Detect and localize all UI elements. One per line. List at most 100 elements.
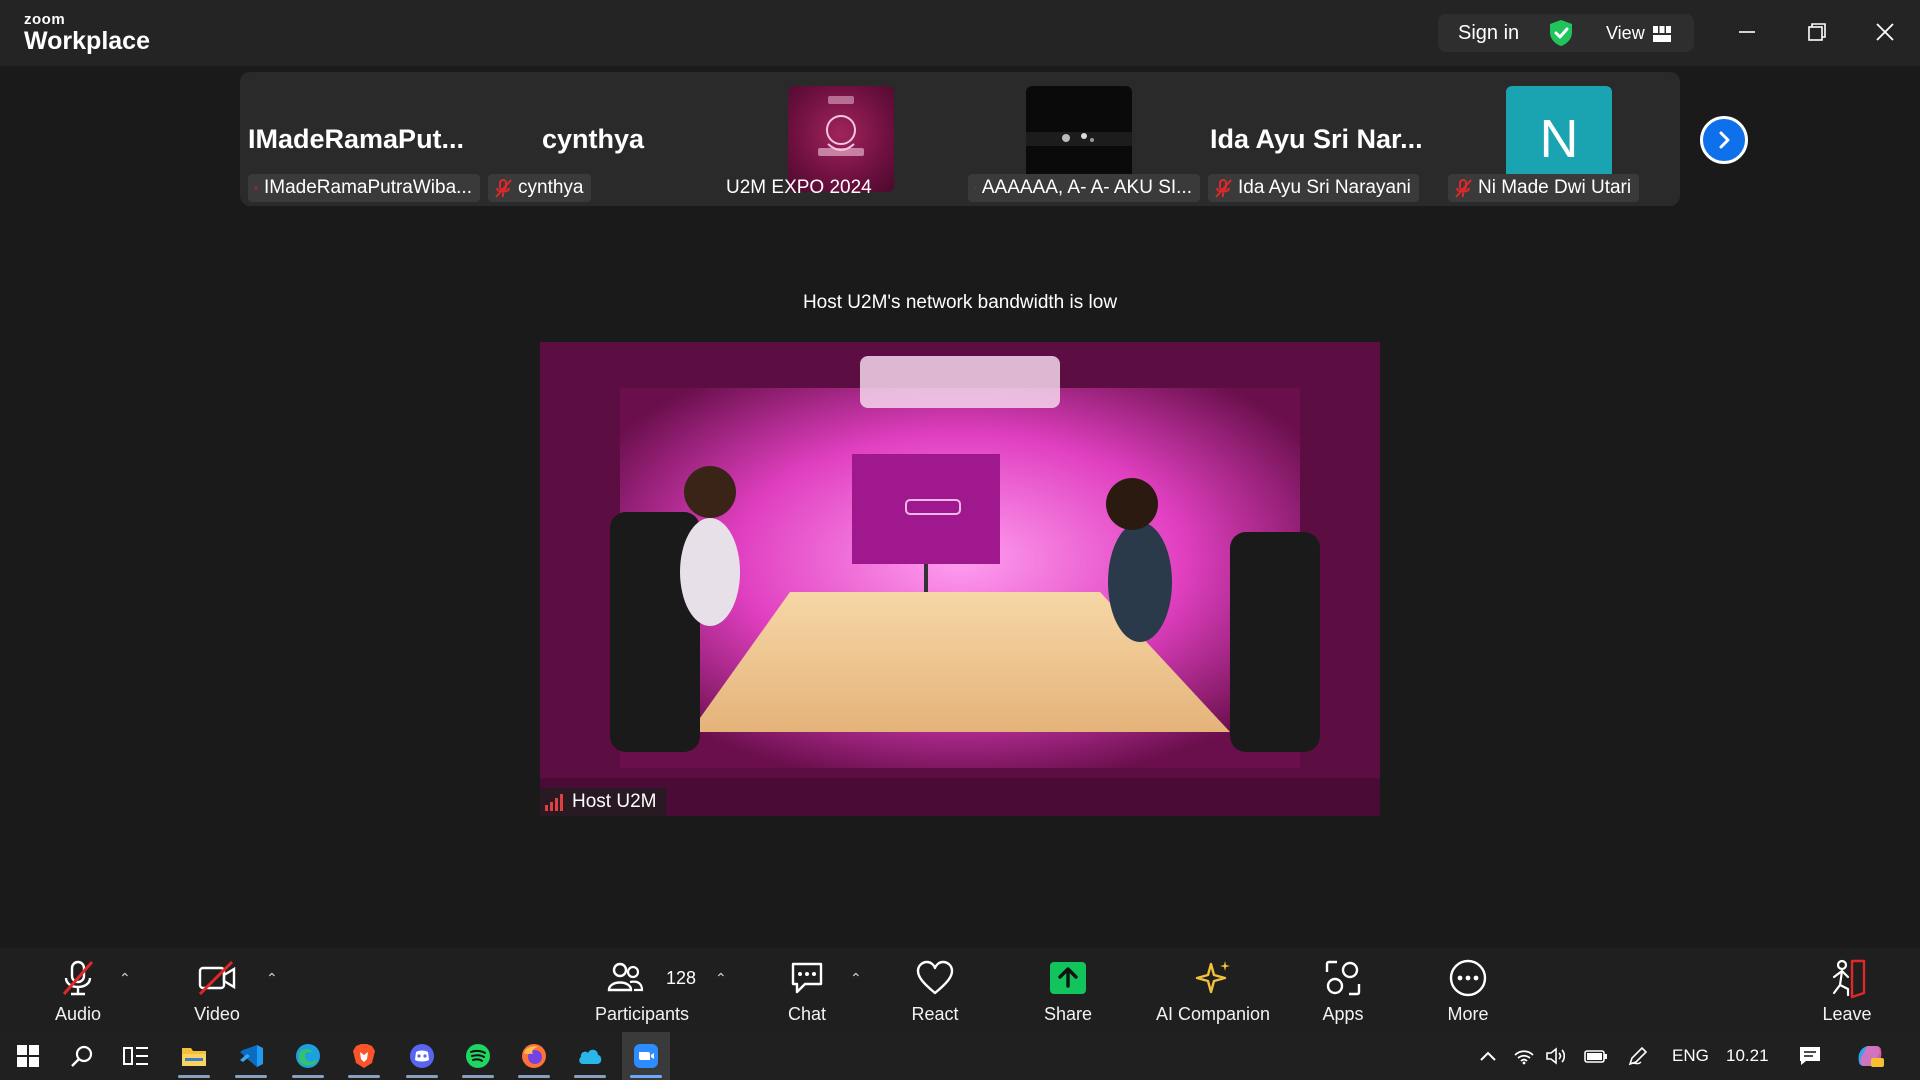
host-name: Host U2M xyxy=(572,791,657,812)
react-button[interactable]: React xyxy=(875,956,995,1025)
close-icon xyxy=(1876,23,1894,41)
share-button[interactable]: Share xyxy=(1008,956,1128,1025)
participant-tile[interactable]: Ida Ayu Sri Nar... Ida Ayu Sri Narayani xyxy=(1200,72,1440,206)
muted-mic-icon xyxy=(254,186,258,191)
discord-icon xyxy=(410,1044,434,1068)
zoom-window: zoom Workplace Sign in View IMadeRamaPut… xyxy=(0,0,1920,1080)
taskbar-discord[interactable] xyxy=(398,1032,446,1080)
view-button[interactable]: View xyxy=(1606,23,1671,44)
apps-label: Apps xyxy=(1322,1004,1364,1024)
tray-clock[interactable]: 10.21 xyxy=(1726,1046,1769,1066)
folder-icon xyxy=(182,1048,206,1066)
muted-mic-icon xyxy=(495,179,512,198)
heart-icon xyxy=(916,960,954,995)
chevron-right-icon xyxy=(1719,131,1730,149)
participant-name: IMadeRamaPutraWiba... xyxy=(263,177,472,198)
host-video[interactable] xyxy=(540,342,1380,816)
video-button[interactable]: Video xyxy=(157,956,277,1025)
participant-tile[interactable]: cynthya cynthya xyxy=(480,72,720,206)
participant-name: cynthya xyxy=(518,177,584,198)
chevron-up-icon xyxy=(1480,1051,1496,1061)
notification-icon xyxy=(1800,1047,1820,1065)
audio-options-caret[interactable]: ⌃ xyxy=(119,970,131,987)
participant-tile[interactable]: AAAAAA, A- A- AKU SI... xyxy=(960,72,1200,206)
zoom-logo: zoom Workplace xyxy=(24,12,150,54)
edge-browser-icon xyxy=(296,1044,320,1068)
cloud-app-icon xyxy=(579,1049,602,1064)
participants-button[interactable]: Participants xyxy=(582,956,702,1025)
leave-button[interactable]: Leave xyxy=(1787,956,1907,1025)
minimize-icon xyxy=(1739,31,1755,33)
taskbar-search-button[interactable] xyxy=(58,1032,106,1080)
taskbar-file-explorer[interactable] xyxy=(170,1032,218,1080)
taskbar-vscode[interactable] xyxy=(227,1032,275,1080)
apps-button[interactable]: Apps xyxy=(1283,956,1403,1025)
security-shield-icon[interactable] xyxy=(1546,18,1576,48)
next-page-button[interactable] xyxy=(1700,116,1748,164)
participant-name: U2M EXPO 2024 xyxy=(726,177,872,198)
host-name-label: Host U2M xyxy=(540,788,667,816)
windows-logo-icon xyxy=(17,1045,39,1067)
participant-name-label: Ida Ayu Sri Narayani xyxy=(1208,174,1419,202)
participant-tile[interactable]: N Ni Made Dwi Utari xyxy=(1440,72,1680,206)
search-icon xyxy=(71,1045,93,1067)
firefox-icon xyxy=(522,1044,546,1068)
taskbar-zoom[interactable] xyxy=(622,1032,670,1080)
pen-icon xyxy=(1628,1046,1648,1066)
network-signal-icon xyxy=(545,794,563,811)
taskbar-app-cloud[interactable] xyxy=(566,1032,614,1080)
more-button[interactable]: More xyxy=(1408,956,1528,1025)
muted-mic-icon xyxy=(1215,179,1232,198)
taskbar-spotify[interactable] xyxy=(454,1032,502,1080)
muted-mic-icon xyxy=(974,187,976,189)
chat-button[interactable]: Chat xyxy=(747,956,867,1025)
minimize-button[interactable] xyxy=(1724,10,1770,54)
taskbar-edge[interactable] xyxy=(284,1032,332,1080)
tray-pen[interactable] xyxy=(1614,1032,1662,1080)
tray-battery[interactable] xyxy=(1572,1032,1620,1080)
muted-mic-icon xyxy=(1455,179,1472,198)
chat-icon xyxy=(791,962,823,994)
participants-count: 128 xyxy=(666,968,697,988)
participant-name-label: U2M EXPO 2024 xyxy=(720,174,880,202)
leave-label: Leave xyxy=(1822,1004,1872,1024)
close-button[interactable] xyxy=(1862,10,1908,54)
chat-options-caret[interactable]: ⌃ xyxy=(850,970,862,987)
vscode-icon xyxy=(240,1045,263,1067)
participant-tile[interactable]: IMadeRamaPut... IMadeRamaPutraWiba... xyxy=(240,72,480,206)
grid-icon xyxy=(1652,25,1671,42)
mic-muted-icon xyxy=(62,960,94,996)
ai-sparkle-icon xyxy=(1195,961,1230,994)
participant-name-label: cynthya xyxy=(488,174,592,202)
participant-display-name: IMadeRamaPut... xyxy=(248,124,465,154)
participants-options-caret[interactable]: ⌃ xyxy=(715,970,727,987)
tray-notifications[interactable] xyxy=(1786,1032,1834,1080)
audio-button[interactable]: Audio xyxy=(18,956,138,1025)
sign-in-button[interactable]: Sign in xyxy=(1458,22,1519,45)
bandwidth-notice: Host U2M's network bandwidth is low xyxy=(802,292,1118,313)
participants-icon xyxy=(607,962,644,992)
leave-exit-icon xyxy=(1832,959,1866,999)
share-label: Share xyxy=(1043,1004,1093,1024)
task-view-button[interactable] xyxy=(112,1032,160,1080)
ai-companion-button[interactable]: AI Companion xyxy=(1133,956,1293,1025)
audio-label: Audio xyxy=(54,1004,102,1024)
tray-copilot[interactable] xyxy=(1846,1032,1894,1080)
taskbar-brave[interactable] xyxy=(340,1032,388,1080)
brand-workplace: Workplace xyxy=(24,27,150,55)
start-button[interactable] xyxy=(4,1032,52,1080)
participant-tile[interactable]: U2M EXPO 2024 xyxy=(720,72,960,206)
speaker-icon xyxy=(1546,1047,1566,1065)
restore-button[interactable] xyxy=(1794,10,1840,54)
zoom-app-icon xyxy=(634,1044,658,1068)
more-label: More xyxy=(1447,1004,1489,1024)
video-label: Video xyxy=(194,1004,240,1024)
tray-language[interactable]: ENG xyxy=(1672,1046,1709,1066)
spotify-icon xyxy=(466,1044,490,1068)
participant-name-label: Ni Made Dwi Utari xyxy=(1448,174,1640,202)
chat-label: Chat xyxy=(787,1004,827,1024)
video-options-caret[interactable]: ⌃ xyxy=(266,970,278,987)
battery-icon xyxy=(1584,1050,1607,1063)
taskbar-firefox[interactable] xyxy=(510,1032,558,1080)
participant-name-label: IMadeRamaPutraWiba... xyxy=(248,174,480,202)
